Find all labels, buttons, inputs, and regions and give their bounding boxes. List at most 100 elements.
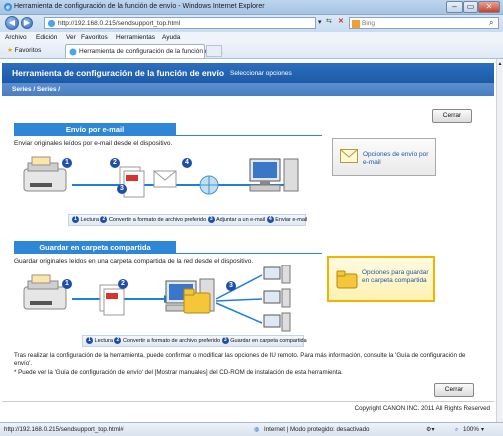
url-field[interactable]: http://192.168.0.215/sendsupport_top.htm… bbox=[44, 17, 316, 29]
link-line-1 bbox=[215, 274, 263, 300]
folder-step-1: Lectura bbox=[94, 338, 113, 344]
folder-step-1-marker: 1 bbox=[62, 279, 72, 289]
email-options-envelope-icon bbox=[340, 149, 358, 163]
globe-icon: ◍ bbox=[254, 426, 260, 433]
vertical-scrollbar[interactable]: ▲ bbox=[496, 59, 503, 422]
menu-favoritos[interactable]: Favoritos bbox=[81, 34, 108, 41]
forward-button[interactable]: ▶ bbox=[21, 17, 33, 29]
email-flow-diagram bbox=[23, 156, 299, 198]
star-icon: ★ bbox=[7, 47, 13, 54]
step-4-icon: 4 bbox=[266, 216, 274, 224]
link-line-2 bbox=[215, 298, 263, 302]
security-dropdown-icon[interactable]: ⚙▾ bbox=[426, 426, 435, 433]
dropdown-icon[interactable]: ▾ bbox=[318, 18, 322, 26]
ie-icon: e bbox=[4, 3, 12, 12]
email-step-2-marker: 2 bbox=[110, 158, 120, 168]
folder-flow-diagram bbox=[23, 265, 291, 332]
page-header: Herramienta de configuración de la funci… bbox=[2, 63, 494, 83]
menu-archivo[interactable]: Archivo bbox=[5, 34, 27, 41]
window-titlebar: e Herramienta de configuración de la fun… bbox=[0, 0, 503, 15]
shared-folder-icon bbox=[183, 288, 211, 314]
scroll-up-icon[interactable]: ▲ bbox=[497, 61, 503, 67]
url-text: http://192.168.0.215/sendsupport_top.htm… bbox=[58, 20, 181, 27]
close-button-top[interactable]: Cerrar bbox=[432, 109, 472, 123]
menu-ver[interactable]: Ver bbox=[66, 34, 76, 41]
window-title: Herramienta de configuración de la funci… bbox=[14, 3, 265, 10]
browser-tab[interactable]: Herramienta de configuración de la funci… bbox=[65, 44, 223, 58]
folder-step-2-icon: 2 bbox=[114, 337, 122, 345]
envelope-icon bbox=[153, 170, 177, 188]
menu-edicion[interactable]: Edición bbox=[36, 34, 57, 41]
svg-text:e: e bbox=[6, 5, 10, 12]
computer-icon bbox=[249, 158, 299, 192]
step-1-icon: 1 bbox=[72, 216, 79, 224]
network-icon bbox=[199, 175, 219, 195]
status-zoom[interactable]: 100% bbox=[463, 426, 479, 433]
email-step-2: Convertir a formato de archivo preferido bbox=[108, 217, 207, 223]
copyright: Copyright CANON INC. 2011 All Rights Res… bbox=[354, 405, 490, 412]
printer-icon-2 bbox=[23, 274, 67, 310]
menu-bar: Archivo Edición Ver Favoritos Herramient… bbox=[0, 32, 503, 43]
footer-divider bbox=[2, 401, 494, 402]
step-2-icon: 2 bbox=[100, 216, 108, 224]
favorites-button[interactable]: ★ Favoritos bbox=[4, 45, 44, 57]
client-computer-icon-3 bbox=[263, 312, 291, 332]
address-bar: ◀ ▶ http://192.168.0.215/sendsupport_top… bbox=[0, 15, 503, 32]
zoom-dropdown-icon[interactable]: ▾ bbox=[481, 426, 484, 433]
search-icon[interactable]: ⌕ bbox=[489, 18, 493, 28]
status-bar: http://192.168.0.215/sendsupport_top.htm… bbox=[0, 422, 503, 436]
folder-step-3: Guardar en carpeta compartida bbox=[230, 338, 307, 344]
email-step-4-marker: 4 bbox=[182, 158, 192, 168]
bing-icon bbox=[352, 20, 360, 28]
folder-options-button[interactable]: Opciones para guardar en carpeta compart… bbox=[327, 256, 435, 302]
email-options-button[interactable]: Opciones de envío por e-mail bbox=[332, 138, 436, 176]
folder-step-3-icon: 3 bbox=[221, 337, 229, 345]
folder-step-2-marker: 2 bbox=[118, 279, 128, 289]
client-computer-icon-1 bbox=[263, 265, 291, 284]
email-step-3: Adjuntar a un e-mail bbox=[215, 217, 266, 223]
note-text-1: Tras realizar la configuración de la her… bbox=[14, 352, 466, 367]
page-content: Herramienta de configuración de la funci… bbox=[0, 59, 496, 422]
email-step-3-marker: 3 bbox=[117, 184, 127, 194]
maximize-button[interactable]: ▭ bbox=[463, 1, 478, 13]
folder-steps-bar: 1 Lectura 2 Convertir a formato de archi… bbox=[82, 335, 307, 347]
favorites-label: Favoritos bbox=[14, 47, 42, 54]
zoom-icon[interactable]: ⌕ bbox=[455, 426, 458, 434]
client-computer-icon-2 bbox=[263, 288, 291, 308]
folder-step-2: Convertir a formato de archivo preferido bbox=[122, 338, 221, 344]
series-bar: Series / Series / bbox=[2, 83, 494, 96]
close-button-bottom[interactable]: Cerrar bbox=[434, 383, 474, 397]
email-section-divider bbox=[14, 135, 322, 136]
menu-herramientas[interactable]: Herramientas bbox=[116, 34, 155, 41]
series-label: Series / Series / bbox=[12, 86, 61, 93]
favorites-bar: ★ Favoritos Herramienta de configuración… bbox=[0, 43, 503, 59]
folder-step-1-icon: 1 bbox=[86, 337, 93, 345]
folder-step-3-marker: 3 bbox=[226, 281, 236, 291]
printer-icon bbox=[23, 156, 67, 192]
folder-options-icon bbox=[336, 270, 358, 289]
minimize-button[interactable]: – bbox=[446, 1, 463, 13]
search-placeholder: Bing bbox=[362, 20, 376, 27]
email-section-description: Enviar originales leídos por e-mail desd… bbox=[14, 140, 173, 147]
folder-section-divider bbox=[14, 253, 322, 254]
tab-title: Herramienta de configuración de la funci… bbox=[79, 48, 223, 55]
stop-icon[interactable]: ✕ bbox=[338, 17, 344, 25]
close-window-button[interactable]: ✕ bbox=[478, 1, 500, 13]
page-title: Herramienta de configuración de la funci… bbox=[12, 68, 225, 78]
email-step-1: Lectura bbox=[80, 217, 99, 223]
folder-section-description: Guardar originales leídos en una carpeta… bbox=[14, 258, 254, 265]
step-3-icon: 3 bbox=[207, 216, 215, 224]
back-button[interactable]: ◀ bbox=[5, 16, 19, 30]
email-step-4: Enviar e-mail bbox=[275, 217, 308, 223]
page-subtitle: Seleccionar opciones bbox=[230, 70, 292, 77]
page-icon bbox=[47, 19, 56, 28]
status-zone: Internet | Modo protegido: desactivado bbox=[264, 426, 370, 433]
menu-ayuda[interactable]: Ayuda bbox=[162, 34, 180, 41]
refresh-icon[interactable]: ⇆ bbox=[326, 17, 332, 25]
email-options-label: Opciones de envío por e-mail bbox=[363, 151, 429, 166]
note-text-2: * Puede ver la 'Guía de configuración de… bbox=[14, 369, 343, 376]
email-step-1-marker: 1 bbox=[62, 158, 72, 168]
search-field[interactable]: Bing ⌕ bbox=[349, 17, 499, 29]
tab-page-icon bbox=[69, 48, 77, 56]
new-tab-button[interactable] bbox=[206, 45, 222, 57]
